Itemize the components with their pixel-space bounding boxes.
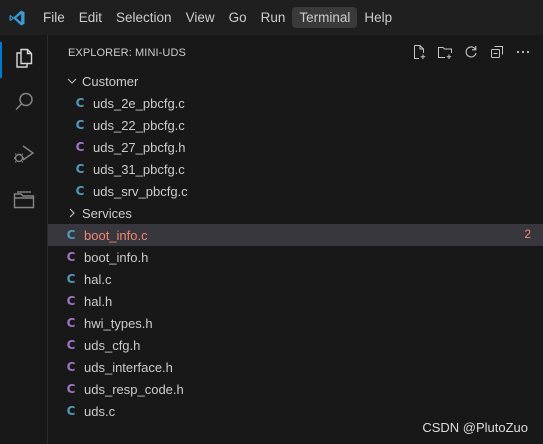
menu-selection[interactable]: Selection bbox=[109, 7, 179, 28]
c-header-file-icon: C bbox=[66, 250, 76, 264]
file-label: uds_resp_code.h bbox=[84, 381, 184, 397]
tree-file[interactable]: Chal.c bbox=[48, 268, 543, 290]
file-label: hal.h bbox=[84, 293, 113, 309]
more-icon[interactable] bbox=[515, 44, 531, 60]
vscode-logo-icon bbox=[0, 0, 34, 35]
tree-file[interactable]: Cuds_31_pbcfg.c bbox=[48, 158, 543, 180]
file-label: uds_interface.h bbox=[84, 359, 173, 375]
explorer-title: EXPLORER: MINI-UDS bbox=[68, 47, 186, 59]
file-label: uds_27_pbcfg.h bbox=[93, 139, 186, 155]
tree-file[interactable]: Cuds_srv_pbcfg.c bbox=[48, 180, 543, 202]
file-tree: Customer Cuds_2e_pbcfg.c Cuds_22_pbcfg.c Cu… bbox=[48, 70, 543, 422]
run-debug-activity-button[interactable] bbox=[0, 134, 48, 178]
c-file-icon: C bbox=[75, 162, 85, 176]
c-file-icon: C bbox=[66, 404, 76, 418]
file-label: uds_22_pbcfg.c bbox=[93, 117, 185, 133]
menu-terminal[interactable]: Terminal bbox=[292, 7, 358, 28]
tree-file[interactable]: Cboot_info.c 2 bbox=[48, 224, 543, 246]
search-icon bbox=[12, 90, 36, 119]
tree-file[interactable]: Cuds_resp_code.h bbox=[48, 378, 543, 400]
tree-file[interactable]: Cuds_cfg.h bbox=[48, 334, 543, 356]
explorer-folder-activity-button[interactable] bbox=[0, 180, 48, 224]
chevron-right-icon bbox=[64, 205, 80, 221]
c-file-icon: C bbox=[75, 184, 85, 198]
activity-bar bbox=[0, 35, 48, 444]
tree-file[interactable]: Cuds_22_pbcfg.c bbox=[48, 114, 543, 136]
run-debug-icon bbox=[12, 142, 36, 171]
explorer-sidebar: EXPLORER: MINI-UDS Customer C uds_2e_pbc… bbox=[48, 35, 543, 444]
watermark: CSDN @PlutoZuo bbox=[422, 420, 528, 435]
new-folder-icon[interactable] bbox=[437, 44, 453, 60]
title-bar: File Edit Selection View Go Run Terminal Help bbox=[0, 0, 543, 35]
folder-label: Services bbox=[82, 205, 132, 221]
menu-edit[interactable]: Edit bbox=[72, 7, 109, 28]
file-label: uds_cfg.h bbox=[84, 337, 141, 353]
file-label: boot_info.c bbox=[84, 227, 148, 243]
file-label: uds_31_pbcfg.c bbox=[93, 161, 185, 177]
folder-label: Customer bbox=[82, 73, 139, 89]
c-file-icon: C bbox=[66, 272, 76, 286]
c-header-file-icon: C bbox=[66, 316, 76, 330]
file-label: uds_srv_pbcfg.c bbox=[93, 183, 188, 199]
tree-file[interactable]: Cuds.c bbox=[48, 400, 543, 422]
new-file-icon[interactable] bbox=[411, 44, 427, 60]
explorer-header: EXPLORER: MINI-UDS bbox=[48, 35, 543, 70]
c-header-file-icon: C bbox=[66, 338, 76, 352]
tree-file[interactable]: Cuds_27_pbcfg.h bbox=[48, 136, 543, 158]
tree-file[interactable]: Chwi_types.h bbox=[48, 312, 543, 334]
problem-count-badge: 2 bbox=[524, 227, 531, 241]
tree-file[interactable]: Cboot_info.h bbox=[48, 246, 543, 268]
c-file-icon: C bbox=[75, 96, 85, 110]
tree-file[interactable]: Chal.h bbox=[48, 290, 543, 312]
menu-bar: File Edit Selection View Go Run Terminal Help bbox=[36, 7, 399, 28]
c-header-file-icon: C bbox=[66, 294, 76, 308]
menu-go[interactable]: Go bbox=[222, 7, 254, 28]
file-label: uds_2e_pbcfg.c bbox=[93, 95, 185, 111]
tree-folder[interactable]: Customer bbox=[48, 70, 543, 92]
file-label: hwi_types.h bbox=[84, 315, 153, 331]
menu-help[interactable]: Help bbox=[357, 7, 399, 28]
files-icon bbox=[12, 46, 36, 75]
c-file-icon: C bbox=[66, 228, 76, 242]
c-file-icon: C bbox=[75, 118, 85, 132]
menu-view[interactable]: View bbox=[179, 7, 222, 28]
explorer-activity-button[interactable] bbox=[0, 38, 48, 82]
c-header-file-icon: C bbox=[66, 382, 76, 396]
collapse-all-icon[interactable] bbox=[489, 44, 505, 60]
menu-run[interactable]: Run bbox=[254, 7, 293, 28]
tree-file[interactable]: Cuds_interface.h bbox=[48, 356, 543, 378]
menu-file[interactable]: File bbox=[36, 7, 72, 28]
c-header-file-icon: C bbox=[66, 360, 76, 374]
chevron-down-icon bbox=[64, 73, 80, 89]
file-label: uds.c bbox=[84, 403, 116, 419]
search-activity-button[interactable] bbox=[0, 82, 48, 126]
tree-folder[interactable]: Services bbox=[48, 202, 543, 224]
c-header-file-icon: C bbox=[75, 140, 85, 154]
file-label: hal.c bbox=[84, 271, 112, 287]
folder-icon bbox=[12, 188, 36, 217]
refresh-icon[interactable] bbox=[463, 44, 479, 60]
file-label: boot_info.h bbox=[84, 249, 149, 265]
tree-file[interactable]: Cuds_2e_pbcfg.c bbox=[48, 92, 543, 114]
